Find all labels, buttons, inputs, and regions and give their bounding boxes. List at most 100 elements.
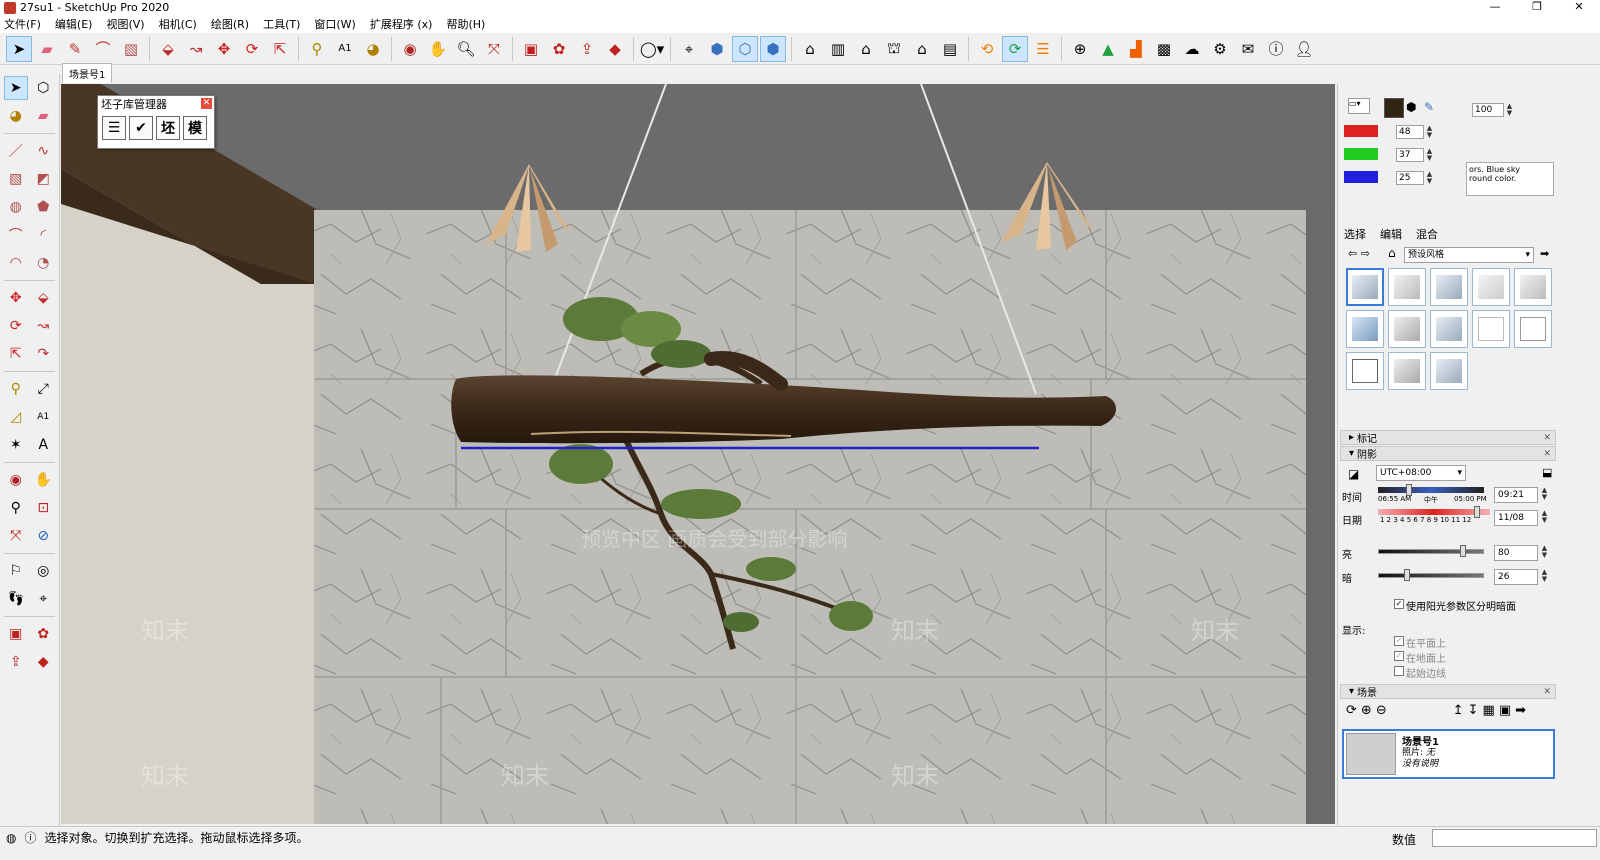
delete-icon[interactable]: ▣ — [1499, 703, 1511, 718]
style-thumb-5[interactable] — [1514, 268, 1552, 306]
home-icon[interactable]: ⌂ — [853, 36, 879, 62]
plus-icon[interactable]: ⊕ — [1067, 36, 1093, 62]
3d-viewport[interactable]: 预览中区 画质会受到部分影响 知末 知末 知末 知末 知末 知末 — [61, 84, 1335, 824]
warehouse-tool-icon[interactable]: ▣ — [4, 622, 28, 646]
polygon-tool-icon[interactable]: ⬟ — [31, 195, 55, 219]
xray-icon[interactable]: ⬢ — [704, 36, 730, 62]
3dtext-tool-icon[interactable]: A — [31, 433, 55, 457]
value-control-box[interactable] — [1432, 829, 1597, 847]
lookaround-icon[interactable]: ◎ — [31, 559, 55, 583]
style-thumb-12[interactable] — [1388, 352, 1426, 390]
user-icon[interactable]: 👤︎ — [1291, 36, 1317, 62]
zoom-icon[interactable]: 🔍︎ — [453, 36, 479, 62]
stairs-icon[interactable]: ▟ — [1123, 36, 1149, 62]
garage-icon[interactable]: ▤ — [937, 36, 963, 62]
plugin-b-icon[interactable]: ☰ — [1030, 36, 1056, 62]
zoom-tool-icon[interactable]: ⚲ — [4, 496, 28, 520]
shop-icon[interactable]: ⛫ — [881, 36, 907, 62]
dimension-tool-icon[interactable]: ⤢ — [31, 377, 55, 401]
refresh-icon[interactable]: ⟳ — [1002, 35, 1028, 62]
menu-view[interactable]: 视图(V) — [106, 16, 144, 32]
shadow-settings-icon[interactable]: ⬓ — [1542, 466, 1552, 479]
green-field[interactable]: 37 — [1396, 148, 1424, 162]
paint-icon[interactable]: ◕ — [360, 36, 386, 62]
mail-icon[interactable]: ✉ — [1235, 36, 1261, 62]
tab-edit[interactable]: 编辑 — [1380, 226, 1402, 242]
offset-tool-icon[interactable]: ↷ — [31, 342, 55, 366]
freehand-icon[interactable]: ∿ — [31, 139, 55, 163]
arc2-tool-icon[interactable]: ◜ — [31, 223, 55, 247]
style-thumb-11[interactable] — [1346, 352, 1384, 390]
tags-panel-header[interactable]: ▸ 标记 ✕ — [1340, 430, 1556, 445]
pencil-icon[interactable]: ✎ — [62, 36, 88, 62]
style-thumb-9[interactable] — [1472, 310, 1510, 348]
section-icon[interactable]: ⌖ — [676, 36, 702, 62]
plugin-a-icon[interactable]: ⟲ — [974, 36, 1000, 62]
manager-close-icon[interactable]: ✕ — [201, 98, 212, 109]
zoomwin-tool-icon[interactable]: ⊡ — [31, 496, 55, 520]
shadows-panel-header[interactable]: ▾ 阴影 ✕ — [1340, 446, 1556, 461]
eraser-icon[interactable]: ▰ — [34, 36, 60, 62]
maximize-button[interactable]: ❐ — [1516, 0, 1558, 15]
tree-icon[interactable]: ▲ — [1095, 36, 1121, 62]
extension-icon[interactable]: ✿ — [546, 36, 572, 62]
pushpull-tool-icon[interactable]: ⬙ — [31, 286, 55, 310]
arc-icon[interactable]: ⌒ — [90, 36, 116, 62]
from-edges-checkbox[interactable] — [1394, 666, 1404, 676]
move-icon[interactable]: ✥ — [211, 36, 237, 62]
select-tool-icon[interactable]: ➤ — [3, 76, 28, 100]
followme-tool-icon[interactable]: ↝ — [31, 314, 55, 338]
geo-icon[interactable]: ◍ — [6, 831, 16, 845]
light-slider[interactable] — [1378, 549, 1484, 554]
scale-tool-icon[interactable]: ⇱ — [4, 342, 28, 366]
pie-tool-icon[interactable]: ◔ — [31, 251, 55, 275]
close-button[interactable]: ✕ — [1558, 0, 1600, 15]
protractor-tool-icon[interactable]: ◿ — [4, 405, 28, 429]
text-icon[interactable]: A1 — [332, 36, 358, 62]
house-icon[interactable]: ⌂ — [797, 36, 823, 62]
cloud-icon[interactable]: ☁ — [1179, 36, 1205, 62]
style-thumb-13[interactable] — [1430, 352, 1468, 390]
prev-view-icon[interactable]: ⊘ — [31, 524, 55, 548]
building-icon[interactable]: ▥ — [825, 36, 851, 62]
blue-field[interactable]: 25 — [1396, 171, 1424, 185]
current-color-swatch[interactable] — [1384, 98, 1404, 118]
ruby-tool-icon[interactable]: ◆ — [31, 650, 55, 674]
opacity-field[interactable]: 100 — [1472, 103, 1504, 117]
circle-tool-icon[interactable]: ◍ — [4, 195, 28, 219]
style-thumb-4[interactable] — [1472, 268, 1510, 306]
style-thumb-2[interactable] — [1388, 268, 1426, 306]
hidden-icon[interactable]: ⬡ — [732, 35, 758, 62]
rectangle-icon[interactable]: ▧ — [118, 36, 144, 62]
menu-file[interactable]: 文件(F) — [4, 16, 41, 32]
menu-window[interactable]: 窗口(W) — [314, 16, 355, 32]
rotate-icon[interactable]: ⟳ — [239, 36, 265, 62]
select-icon[interactable]: ➤ — [6, 35, 32, 62]
dark-field[interactable]: 26 — [1494, 569, 1538, 585]
tape-tool-icon[interactable]: ⚲ — [4, 377, 28, 401]
move-tool-icon[interactable]: ✥ — [4, 286, 28, 310]
time-slider[interactable] — [1378, 487, 1484, 493]
add-scene-icon[interactable]: ⊕ — [1361, 703, 1372, 718]
zoom-extents-icon[interactable]: ⤧ — [481, 36, 507, 62]
home-icon[interactable]: ⌂ — [1388, 246, 1396, 260]
tab-select[interactable]: 选择 — [1344, 226, 1366, 242]
warehouse-icon[interactable]: ▣ — [518, 36, 544, 62]
info-status-icon[interactable]: ⓘ — [24, 829, 36, 846]
manager-list-button[interactable]: ☰ — [102, 116, 126, 140]
light-field[interactable]: 80 — [1494, 545, 1538, 561]
rect-tool-icon[interactable]: ▧ — [4, 167, 28, 191]
style-thumb-10[interactable] — [1514, 310, 1552, 348]
details-icon[interactable]: ➡ — [1515, 703, 1526, 718]
shadow-toggle-icon[interactable]: ◪ — [1348, 467, 1359, 481]
style-thumb-6[interactable] — [1346, 310, 1384, 348]
orbit-icon[interactable]: ◉ — [397, 36, 423, 62]
create-material-icon[interactable]: ⬢ — [1406, 100, 1416, 114]
component-icon[interactable]: ⬡ — [31, 76, 55, 100]
dark-slider[interactable] — [1378, 573, 1484, 578]
move-up-icon[interactable]: ↥ — [1453, 703, 1464, 718]
info-icon[interactable]: ⓘ — [1263, 36, 1289, 62]
view-options-icon[interactable]: ▦ — [1483, 703, 1495, 718]
style-thumb-1[interactable] — [1346, 268, 1384, 306]
eraser-tool-icon[interactable]: ▰ — [31, 104, 55, 128]
